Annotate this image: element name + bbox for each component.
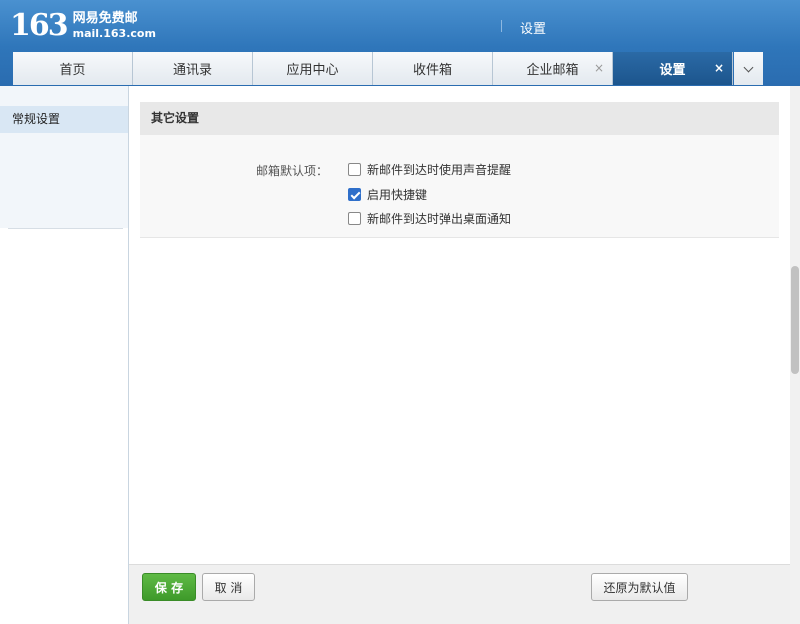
chevron-down-icon [743,62,754,72]
tab-bar: 首页 通讯录 应用中心 收件箱 企业邮箱 × 设置 × [13,52,763,85]
desktop-notification-checkbox[interactable] [348,212,361,225]
page-title: 设置 [520,22,547,37]
section-title: 其它设置 [140,102,779,135]
header-divider [501,20,502,32]
tab-enterprise-mail[interactable]: 企业邮箱 × [493,52,613,85]
scrollbar-thumb[interactable] [791,266,799,374]
mailbox-defaults-label: 邮箱默认项： [256,164,329,178]
shortcut-keys-option[interactable]: 启用快捷键 [348,186,427,203]
sidebar-panel [0,133,128,228]
tab-label: 通讯录 [172,63,212,78]
tab-label: 设置 [659,63,686,78]
tab-label: 企业邮箱 [526,63,579,78]
section-body: 邮箱默认项： 新邮件到达时使用声音提醒 启用快捷键 新邮件到达时弹出桌面通知 [140,135,779,238]
option-label: 新邮件到达时弹出桌面通知 [367,212,512,226]
save-button[interactable]: 保 存 [142,573,196,601]
sidebar-item-general-settings[interactable]: 常规设置 [0,106,128,133]
scrollbar[interactable] [790,86,800,624]
sidebar: 常规设置 [0,86,129,624]
sidebar-divider [8,228,123,229]
option-label: 新邮件到达时使用声音提醒 [367,163,512,177]
tab-label: 首页 [59,63,86,78]
desktop-notification-option[interactable]: 新邮件到达时弹出桌面通知 [348,210,511,227]
tab-inbox[interactable]: 收件箱 [373,52,493,85]
cancel-button[interactable]: 取 消 [202,573,255,601]
tab-label: 应用中心 [286,63,339,78]
brand-logo[interactable]: 163 网易免费邮 mail.163.com [10,8,156,44]
tab-overflow-button[interactable] [734,52,763,85]
close-icon[interactable]: × [594,61,604,75]
tab-home[interactable]: 首页 [13,52,133,85]
tab-contacts[interactable]: 通讯录 [133,52,253,85]
tab-app-center[interactable]: 应用中心 [253,52,373,85]
close-icon[interactable]: × [714,61,724,75]
tab-settings[interactable]: 设置 × [613,52,733,85]
logo-number: 163 [10,8,69,43]
tab-label: 收件箱 [412,63,452,78]
option-label: 启用快捷键 [367,188,428,202]
settings-content: 其它设置 邮箱默认项： 新邮件到达时使用声音提醒 启用快捷键 新邮件到达时弹出桌… [129,86,790,564]
sound-alert-checkbox[interactable] [348,163,361,176]
brand-name: 网易免费邮 [72,11,138,26]
brand-domain: mail.163.com [72,27,156,40]
shortcut-keys-checkbox[interactable] [348,188,361,201]
footer-actions: 保 存 取 消 还原为默认值 [129,564,790,624]
restore-defaults-button[interactable]: 还原为默认值 [591,573,688,601]
sound-alert-option[interactable]: 新邮件到达时使用声音提醒 [348,161,511,178]
